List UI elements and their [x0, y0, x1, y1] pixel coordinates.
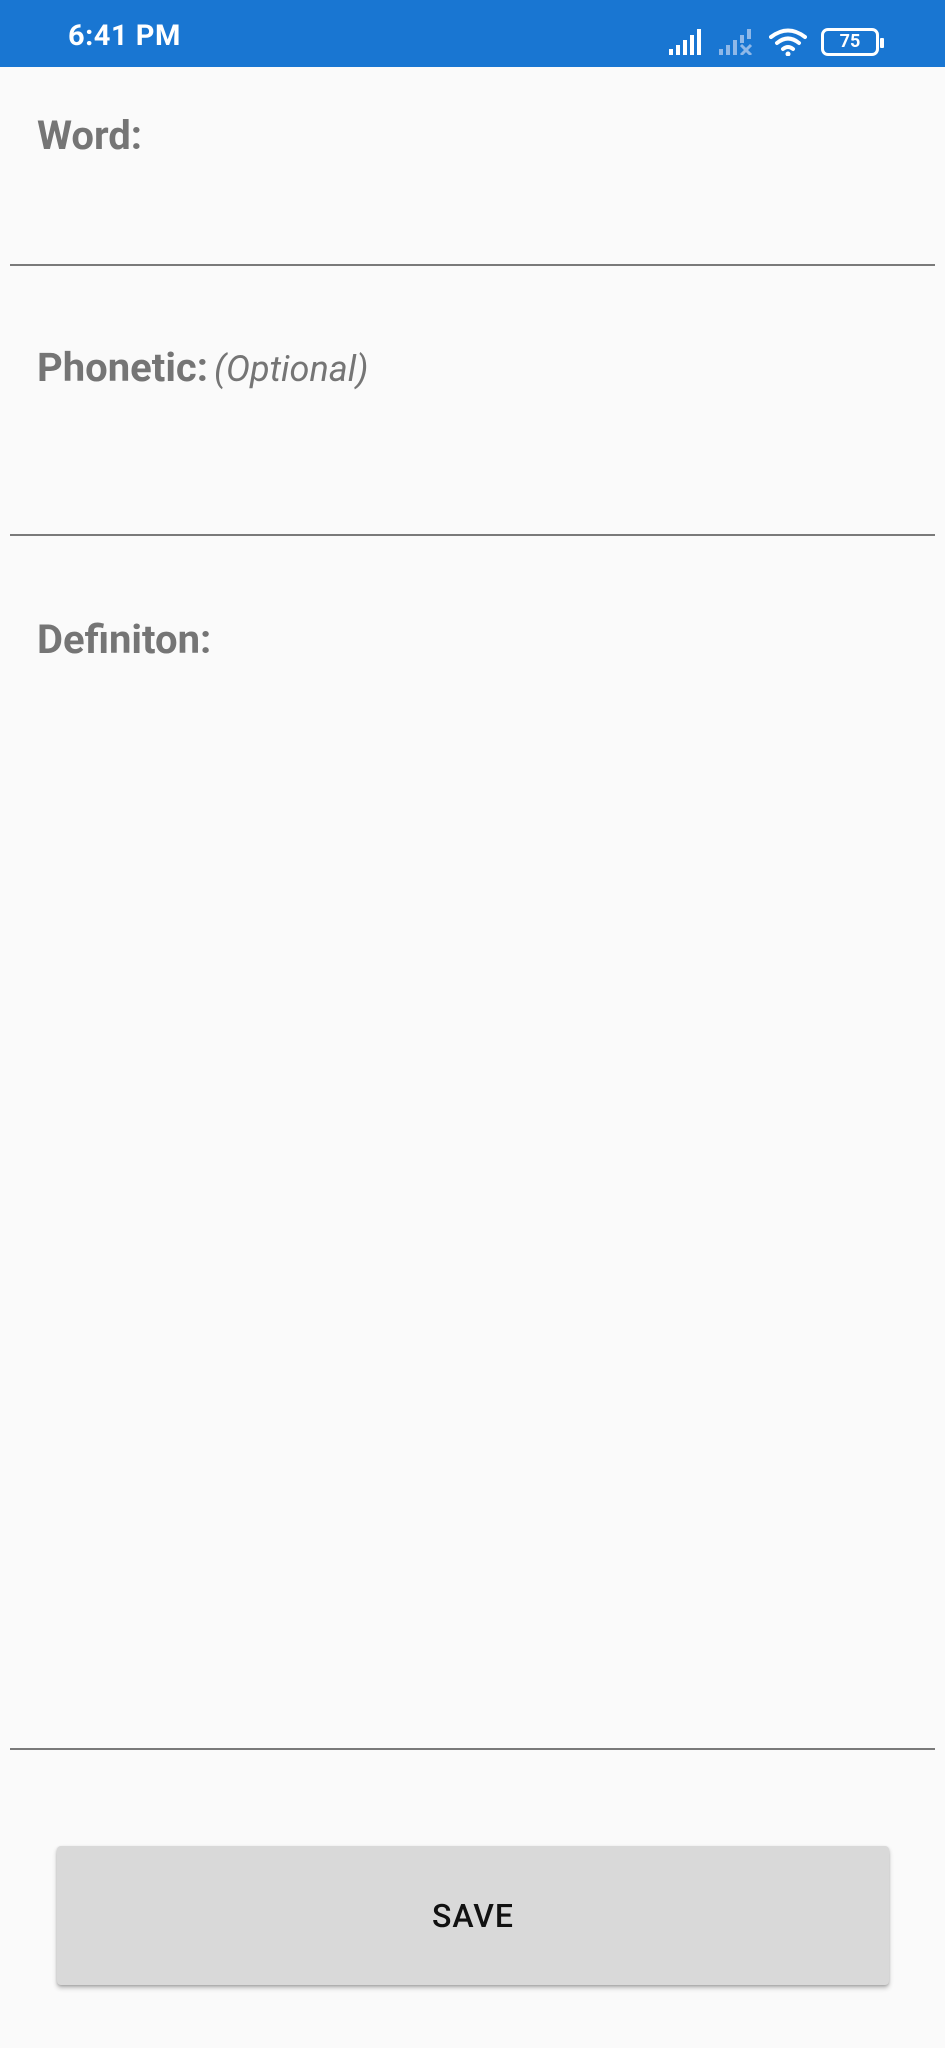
status-bar: 6:41 PM 75	[0, 0, 945, 67]
phonetic-input[interactable]	[10, 400, 935, 536]
definition-label-text: Definiton:	[37, 616, 212, 663]
word-label: Word:	[37, 116, 142, 156]
phonetic-label: Phonetic: (Optional)	[37, 348, 368, 388]
battery-level: 75	[839, 31, 861, 52]
definition-input[interactable]	[10, 676, 935, 1750]
definition-label: Definiton:	[37, 620, 211, 660]
word-label-text: Word:	[37, 112, 143, 159]
phonetic-label-text: Phonetic:	[37, 344, 209, 391]
word-input[interactable]	[10, 164, 935, 266]
status-icons: 75	[669, 26, 884, 58]
signal-no-service-icon	[719, 29, 755, 55]
battery-icon: 75	[821, 28, 884, 56]
signal-icon	[669, 29, 705, 55]
wifi-icon	[769, 28, 807, 56]
status-time: 6:41 PM	[68, 19, 181, 53]
phonetic-optional-hint: (Optional)	[214, 348, 369, 390]
save-button[interactable]: SAVE	[57, 1846, 889, 1985]
